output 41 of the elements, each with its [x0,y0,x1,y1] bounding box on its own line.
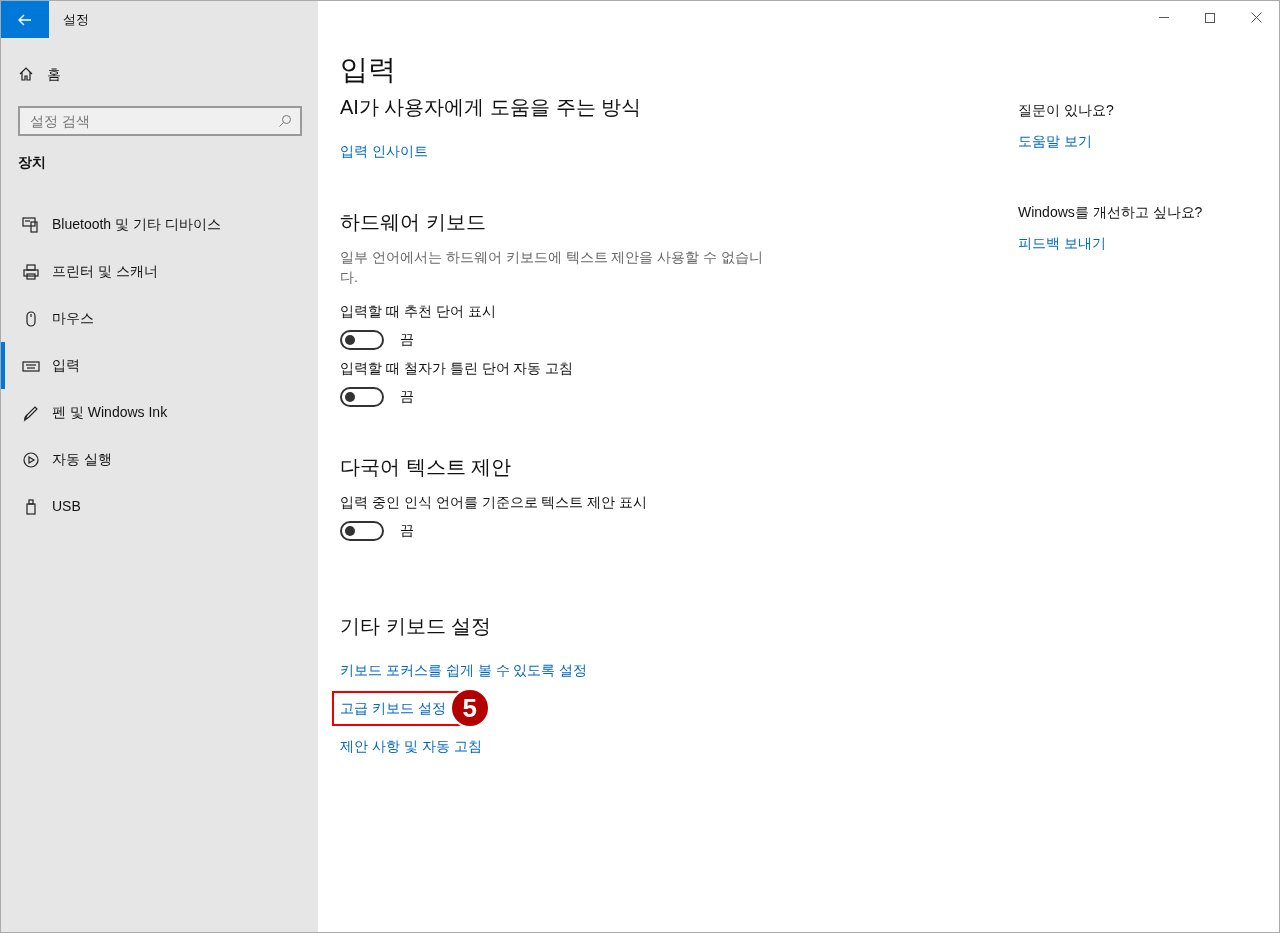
devices-icon [22,215,40,234]
section-heading: AI가 사용자에게 도움을 주는 방식 [340,95,643,120]
help-link[interactable]: 피드백 보내기 [1018,233,1258,254]
section-heading: 다국어 텍스트 제안 [340,455,513,480]
section-description: 일부 언어에서는 하드웨어 키보드에 텍스트 제안을 사용할 수 없습니다. [340,248,765,287]
section-label: 장치 [18,153,47,172]
toggle-state: 끔 [400,521,414,540]
settings-link[interactable]: 제안 사항 및 자동 고침 [340,735,482,757]
settings-link[interactable]: 키보드 포커스를 쉽게 볼 수 있도록 설정 [340,659,588,681]
home-link[interactable]: 홈 [18,59,318,89]
nav-item[interactable]: 자동 실행 [1,436,318,483]
toggle-switch[interactable] [340,329,384,350]
setting-label: 입력할 때 추천 단어 표시 [340,302,497,321]
help-link[interactable]: 도움말 보기 [1018,131,1258,152]
back-arrow-icon [18,13,32,26]
help-question: 질문이 있나요? [1018,101,1115,120]
toggle-state: 끔 [400,387,414,406]
nav-item[interactable]: 마우스 [1,295,318,342]
settings-link[interactable]: 고급 키보드 설정 [340,697,446,719]
window-title: 설정 [63,10,89,29]
close-icon [1250,12,1262,23]
nav-item[interactable]: 펜 및 Windows Ink [1,389,318,436]
help-question: Windows를 개선하고 싶나요? [1018,203,1204,222]
toggle-switch[interactable] [340,520,384,541]
page-title: 입력 [340,53,397,87]
autoplay-icon [22,450,40,469]
printer-icon [22,262,40,281]
nav-item[interactable]: Bluetooth 및 기타 디바이스 [1,201,318,248]
step-badge: 5 [449,688,490,728]
home-icon [18,66,34,82]
settings-link[interactable]: 입력 인사이트 [340,140,428,162]
nav-item[interactable]: USB [1,483,318,530]
toggle-state: 끔 [400,330,414,349]
section-heading: 하드웨어 키보드 [340,210,487,235]
setting-label: 입력 중인 인식 언어를 기준으로 텍스트 제안 표시 [340,493,649,512]
toggle-switch[interactable] [340,386,384,407]
section-heading: 기타 키보드 설정 [340,614,493,639]
search-icon [278,114,292,128]
search-field[interactable]: 설정 검색 [18,106,302,136]
setting-label: 입력할 때 철자가 틀린 단어 자동 고침 [340,359,575,378]
nav-item[interactable]: 프린터 및 스캐너 [1,248,318,295]
